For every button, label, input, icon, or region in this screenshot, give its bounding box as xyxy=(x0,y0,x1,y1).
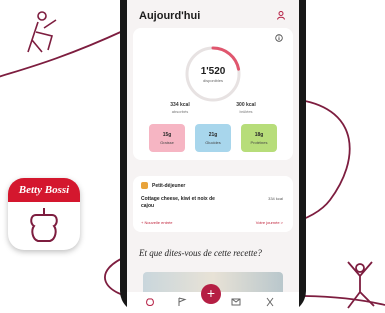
macro-label: Protéines xyxy=(250,140,268,145)
remaining-label: disponibles xyxy=(202,78,223,83)
macro-carbs[interactable]: 21g Glucides xyxy=(195,124,231,152)
user-icon[interactable] xyxy=(277,11,285,20)
breakfast-card[interactable]: Petit-déjeuner Cottage cheese, kiwi et n… xyxy=(133,176,293,232)
recipe-question: Et que dites-vous de cette recette? xyxy=(139,248,262,258)
utensils-icon[interactable] xyxy=(265,297,275,307)
stat-absorbed: 334 kcal absorbés xyxy=(155,102,205,114)
stat-label: brûlées xyxy=(239,109,253,114)
meal-description: Cottage cheese, kiwi et noix de cajou xyxy=(141,196,215,209)
stat-value: 334 kcal xyxy=(170,102,190,108)
stat-label: absorbés xyxy=(171,109,189,114)
meal-title: Petit-déjeuner xyxy=(152,183,186,189)
macro-value: 15g xyxy=(162,132,172,138)
breakfast-icon xyxy=(141,182,148,189)
macro-protein[interactable]: 18g Protéines xyxy=(241,124,277,152)
remaining-calories: 1'520 xyxy=(200,66,226,77)
stat-burned: 300 kcal brûlées xyxy=(221,102,271,114)
page-title: Aujourd'hui xyxy=(139,10,201,22)
apple-icon[interactable] xyxy=(145,297,155,307)
new-entry-button[interactable]: + Nouvelle entrée xyxy=(141,220,172,225)
macro-value: 21g xyxy=(208,132,218,138)
daily-summary-card: 1'520 disponibles 334 kcal absorbés 300 … xyxy=(133,28,293,160)
macro-label: Glucides xyxy=(205,140,221,145)
flag-icon[interactable] xyxy=(177,297,187,307)
mail-icon[interactable] xyxy=(231,297,241,307)
running-figure-icon xyxy=(27,11,57,53)
macro-fat[interactable]: 15g Graisse xyxy=(149,124,185,152)
info-icon[interactable] xyxy=(275,34,283,42)
your-day-link[interactable]: Votre journée > xyxy=(256,220,283,225)
app-screen: Aujourd'hui 1'520 disponibles 334 kcal a… xyxy=(127,0,299,313)
betty-bossi-app-icon: Betty Bossi xyxy=(8,178,80,250)
meal-kcal: 334 kcal xyxy=(268,196,283,201)
app-icon-brand: Betty Bossi xyxy=(8,178,80,202)
add-entry-button[interactable]: + xyxy=(201,284,221,304)
stat-value: 300 kcal xyxy=(236,102,256,108)
top-bar: Aujourd'hui xyxy=(127,6,299,24)
macro-label: Graisse xyxy=(160,140,174,145)
apple-core-icon xyxy=(30,208,58,242)
macro-value: 18g xyxy=(254,132,264,138)
